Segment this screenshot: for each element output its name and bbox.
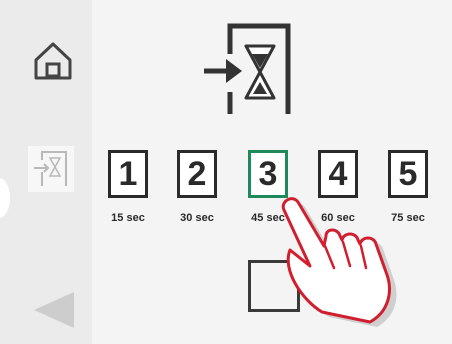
door-timer-sidebar-button[interactable] [28, 146, 74, 192]
sidebar [0, 0, 92, 344]
door-timer-icon [204, 23, 291, 114]
timer-option-number: 2 [187, 154, 207, 193]
door-timer-header [202, 20, 298, 118]
timer-option-number: 1 [118, 154, 138, 193]
timer-option-2[interactable]: 2 [177, 150, 217, 198]
door-timer-icon [34, 151, 67, 186]
pointing-hand-icon [281, 197, 397, 327]
back-arrow-icon [34, 292, 74, 328]
back-button[interactable] [30, 290, 78, 330]
timer-option-1[interactable]: 1 [108, 150, 148, 198]
timer-option-duration: 15 sec [111, 212, 145, 224]
home-icon [34, 42, 72, 80]
home-button[interactable] [32, 40, 74, 82]
timer-option-duration: 30 sec [180, 212, 214, 224]
